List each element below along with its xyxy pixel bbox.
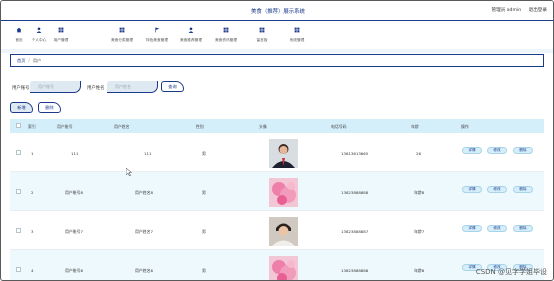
row-account: 用户账号6 bbox=[65, 268, 84, 273]
row-index: 3 bbox=[31, 229, 34, 234]
row-account: 111 bbox=[71, 151, 79, 156]
row-gender: 男 bbox=[202, 151, 206, 156]
row-checkbox[interactable] bbox=[16, 228, 21, 233]
nav-divider bbox=[1, 49, 553, 53]
edit-button[interactable]: 修改 bbox=[487, 225, 507, 232]
row-account: 用户账号7 bbox=[65, 229, 84, 234]
breadcrumb-home[interactable]: 首页 bbox=[17, 58, 25, 63]
row-index: 4 bbox=[31, 268, 34, 273]
row-age: 26 bbox=[416, 151, 421, 156]
header-account: 用户账号 bbox=[57, 124, 73, 129]
avatar-image bbox=[269, 217, 298, 246]
row-age: 年龄6 bbox=[414, 268, 425, 273]
row-checkbox[interactable] bbox=[16, 150, 21, 155]
account-input[interactable]: 用户账号 bbox=[30, 81, 81, 93]
mouse-cursor-icon bbox=[125, 161, 133, 177]
avatar-image bbox=[269, 256, 298, 280]
detail-button[interactable]: 详情 bbox=[462, 186, 482, 193]
row-name: 111 bbox=[144, 151, 152, 156]
row-gender: 男 bbox=[202, 190, 206, 195]
delete-button[interactable]: 删除 bbox=[513, 225, 533, 232]
nav-item-users[interactable]: 用户管理 bbox=[43, 27, 79, 43]
row-checkbox[interactable] bbox=[16, 189, 21, 194]
row-phone: 13613613665 bbox=[341, 151, 369, 156]
nav-item-food-category[interactable]: 美食分类管理 bbox=[104, 27, 140, 43]
header-name: 用户姓名 bbox=[114, 124, 130, 129]
row-index: 2 bbox=[31, 190, 34, 195]
header-avatar: 头像 bbox=[259, 124, 267, 129]
current-user: 管理员 admin bbox=[491, 8, 522, 13]
delete-button[interactable]: 删除 bbox=[513, 186, 533, 193]
table-row: 3 用户账号7 用户姓名7 男 13823888887 年龄7 详情 修改 删除 bbox=[10, 211, 544, 250]
header-index: 索引 bbox=[28, 124, 36, 129]
header-actions: 操作 bbox=[461, 124, 469, 129]
detail-button[interactable]: 详情 bbox=[462, 147, 482, 154]
user-area: 管理员 admin 退出登录 bbox=[486, 7, 548, 13]
grid-icon bbox=[244, 27, 280, 35]
table-header: 索引 用户账号 用户姓名 性别 头像 电话号码 年龄 操作 bbox=[10, 119, 544, 133]
delete-button[interactable]: 删除 bbox=[513, 147, 533, 154]
users-icon bbox=[43, 27, 79, 35]
user-table: 索引 用户账号 用户姓名 性别 头像 电话号码 年龄 操作 1 111 111 … bbox=[10, 119, 544, 280]
account-label: 用户账号 bbox=[12, 86, 30, 91]
flag-icon bbox=[139, 27, 175, 35]
row-name: 用户姓名6 bbox=[135, 268, 154, 273]
row-gender: 男 bbox=[202, 229, 206, 234]
header-phone: 电话号码 bbox=[331, 124, 347, 129]
grid-icon bbox=[279, 27, 315, 35]
row-account: 用户账号8 bbox=[65, 190, 84, 195]
row-gender: 男 bbox=[202, 268, 206, 273]
watermark: CSDN @见字学姐毕设 bbox=[475, 268, 547, 276]
row-phone: 13823888888 bbox=[341, 190, 369, 195]
nav-item-special-food[interactable]: 特色美食管理 bbox=[139, 27, 175, 43]
logout-link[interactable]: 退出登录 bbox=[529, 8, 547, 13]
grid-icon bbox=[208, 27, 244, 35]
detail-button[interactable]: 详情 bbox=[462, 225, 482, 232]
main-nav: 首页 个人中心 用户管理 美食分类管理 特色美食管理 美食推荐管理 美食资讯管理… bbox=[1, 22, 553, 49]
app-title: 美食（推荐）展示系统 bbox=[251, 9, 305, 15]
batch-delete-button[interactable]: 删除 bbox=[38, 102, 61, 113]
nav-item-food-news[interactable]: 美食资讯管理 bbox=[208, 27, 244, 43]
nav-item-food-recommend[interactable]: 美食推荐管理 bbox=[173, 27, 209, 43]
row-phone: 13823888887 bbox=[341, 229, 369, 234]
row-index: 1 bbox=[31, 151, 34, 156]
name-input[interactable]: 用户姓名 bbox=[107, 81, 158, 93]
table-row: 2 用户账号8 用户姓名8 男 13823888888 年龄8 详情 修改 删除 bbox=[10, 172, 544, 211]
breadcrumb-current: 用户 bbox=[32, 58, 42, 63]
table-row: 1 111 111 男 13613613665 26 详情 修改 删除 bbox=[10, 133, 544, 172]
row-checkbox[interactable] bbox=[16, 267, 21, 272]
avatar-image bbox=[269, 139, 298, 168]
row-phone: 13823888886 bbox=[341, 268, 369, 273]
header-age: 年龄 bbox=[411, 124, 419, 129]
add-button[interactable]: 新增 bbox=[10, 102, 33, 113]
row-age: 年龄8 bbox=[414, 190, 425, 195]
top-bar: 美食（推荐）展示系统 管理员 admin 退出登录 bbox=[1, 1, 553, 21]
breadcrumb: 首页 / 用户 bbox=[10, 54, 544, 67]
nav-item-system[interactable]: 系统管理 bbox=[279, 27, 315, 43]
grid-icon bbox=[104, 27, 140, 35]
search-button[interactable]: 查询 bbox=[161, 81, 184, 92]
user-icon bbox=[173, 27, 209, 35]
edit-button[interactable]: 修改 bbox=[487, 186, 507, 193]
breadcrumb-separator: / bbox=[28, 58, 30, 63]
app-window: 美食（推荐）展示系统 管理员 admin 退出登录 首页 个人中心 用户管理 美… bbox=[0, 0, 554, 281]
nav-item-message-board[interactable]: 留言板 bbox=[244, 27, 280, 43]
table-row: 4 用户账号6 用户姓名6 男 13823888886 年龄6 详情 修改 删除 bbox=[10, 250, 544, 280]
select-all-checkbox[interactable] bbox=[16, 123, 21, 128]
edit-button[interactable]: 修改 bbox=[487, 147, 507, 154]
row-name: 用户姓名7 bbox=[135, 229, 154, 234]
name-label: 用户姓名 bbox=[87, 86, 105, 91]
row-name: 用户姓名8 bbox=[135, 190, 154, 195]
row-age: 年龄7 bbox=[414, 229, 425, 234]
header-gender: 性别 bbox=[196, 124, 204, 129]
avatar-image bbox=[269, 178, 298, 207]
